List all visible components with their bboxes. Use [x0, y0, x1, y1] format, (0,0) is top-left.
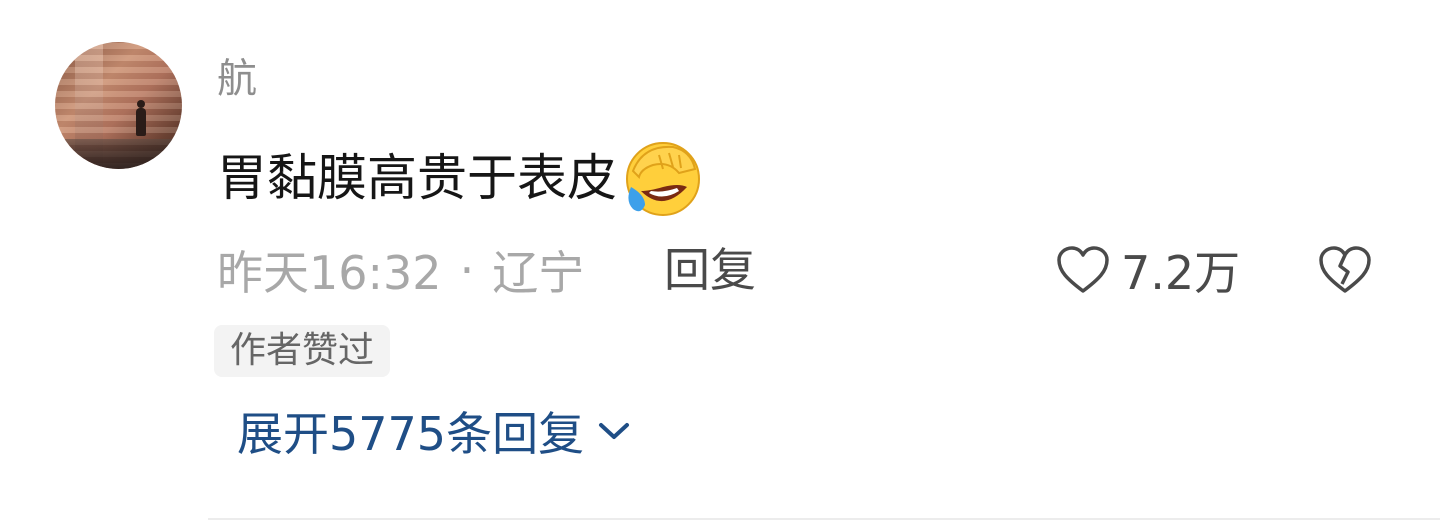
- avatar[interactable]: [55, 42, 182, 169]
- meta-separator: ·: [459, 243, 475, 297]
- dislike-button[interactable]: [1316, 240, 1374, 300]
- broken-heart-icon: [1319, 246, 1371, 293]
- avatar-figure: [136, 100, 146, 136]
- like-count: 7.2万: [1121, 246, 1241, 300]
- username[interactable]: 航: [217, 55, 257, 103]
- reply-button[interactable]: 回复: [664, 240, 756, 300]
- comment-time: 昨天16:32: [217, 246, 442, 300]
- expand-replies-label: 展开5775条回复: [237, 407, 585, 461]
- comment-text: 胃黏膜高贵于表皮: [217, 149, 617, 207]
- divider: [208, 518, 1440, 520]
- comment-meta: 昨天16:32 · 辽宁: [217, 240, 584, 300]
- facepalm-laughing-crying-emoji-icon: [626, 142, 700, 216]
- chevron-down-icon: [599, 423, 630, 439]
- heart-outline-icon: [1057, 246, 1109, 293]
- author-liked-badge: 作者赞过: [214, 325, 391, 377]
- expand-replies-button[interactable]: 展开5775条回复: [237, 400, 632, 462]
- avatar-floor: [55, 139, 182, 169]
- comment-location: 辽宁: [492, 246, 585, 300]
- comment-body: 胃黏膜高贵于表皮: [217, 135, 705, 221]
- like-button[interactable]: 7.2万: [1055, 240, 1240, 300]
